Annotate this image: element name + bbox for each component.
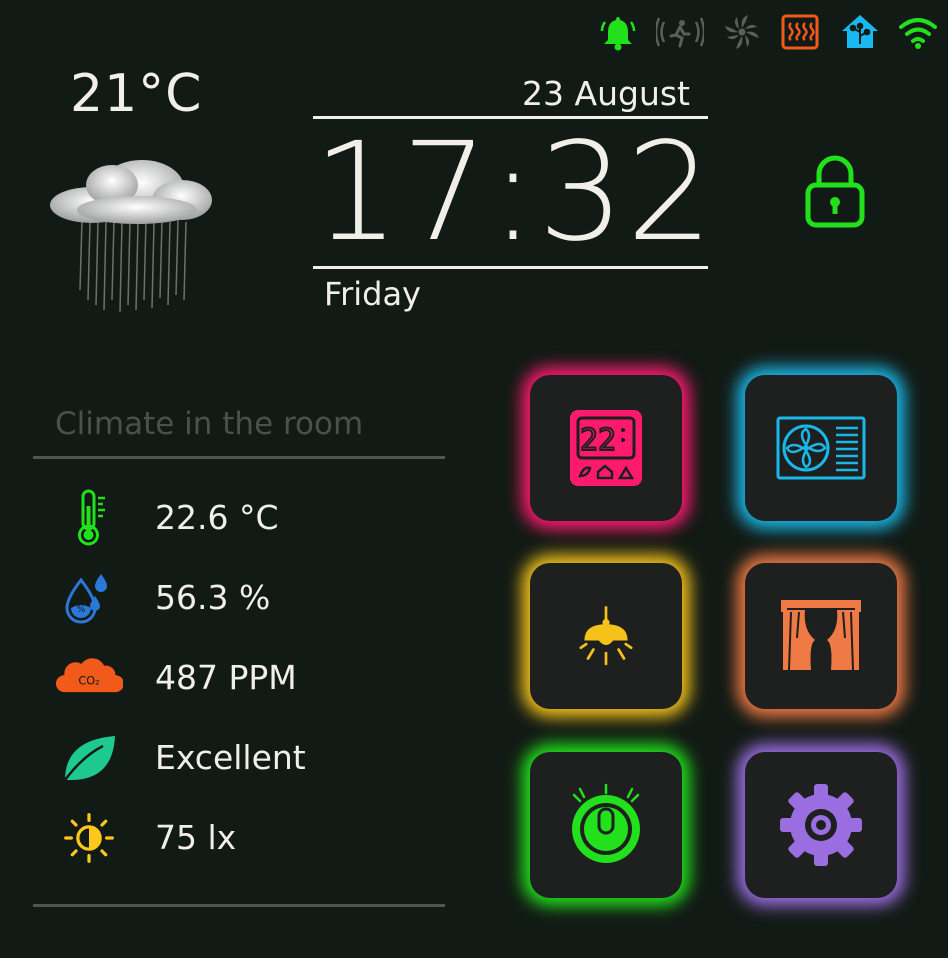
divider — [33, 456, 445, 459]
thermostat-button[interactable]: 22 — [530, 375, 682, 521]
air-conditioner-icon — [776, 416, 866, 480]
co2-icon: CO₂ — [55, 648, 123, 708]
weekday-label: Friday — [324, 275, 421, 313]
padlock-icon[interactable] — [800, 152, 870, 230]
climate-title: Climate in the room — [55, 406, 364, 442]
wifi-icon[interactable] — [898, 12, 938, 52]
gear-icon — [776, 780, 866, 870]
sensor-row-illuminance: 75 lx — [55, 808, 445, 868]
svg-text:%: % — [77, 605, 86, 615]
ceiling-lamp-icon — [579, 603, 633, 669]
thermostat-display: 22 — [580, 423, 616, 458]
brightness-icon — [55, 808, 123, 868]
curtains-button[interactable] — [745, 563, 897, 709]
fan-icon[interactable] — [722, 12, 762, 52]
divider — [313, 266, 708, 269]
svg-text:CO₂: CO₂ — [78, 674, 99, 688]
humidity-icon: % — [55, 568, 123, 628]
sensor-row-co2: CO₂ 487 PPM — [55, 648, 445, 708]
bell-icon[interactable] — [598, 12, 638, 52]
sensor-row-air-quality: Excellent — [55, 728, 445, 788]
thermostat-icon: 22 — [568, 408, 644, 488]
rain-cloud-icon — [42, 150, 217, 315]
humidity-value: 56.3 % — [155, 578, 271, 617]
divider — [33, 904, 445, 907]
air-quality-value: Excellent — [155, 738, 306, 777]
outdoor-temperature: 21°C — [70, 64, 203, 124]
leaf-icon — [55, 728, 123, 788]
sensor-row-temperature: 22.6 °C — [55, 488, 445, 548]
robot-vacuum-icon — [564, 783, 648, 867]
date-label: 23 August — [522, 74, 690, 113]
robot-vacuum-button[interactable] — [530, 752, 682, 898]
motion-sensor-icon[interactable] — [656, 12, 704, 52]
sensor-row-humidity: % 56.3 % — [55, 568, 445, 628]
illuminance-value: 75 lx — [155, 818, 237, 857]
thermometer-icon — [55, 488, 123, 548]
settings-button[interactable] — [745, 752, 897, 898]
smart-home-icon[interactable] — [840, 12, 880, 52]
temperature-value: 22.6 °C — [155, 498, 279, 537]
heater-icon[interactable] — [780, 12, 820, 52]
air-conditioner-button[interactable] — [745, 375, 897, 521]
clock-time: 17:32 — [313, 114, 715, 272]
co2-value: 487 PPM — [155, 658, 297, 697]
curtains-icon — [779, 598, 863, 674]
ceiling-lamp-button[interactable] — [530, 563, 682, 709]
